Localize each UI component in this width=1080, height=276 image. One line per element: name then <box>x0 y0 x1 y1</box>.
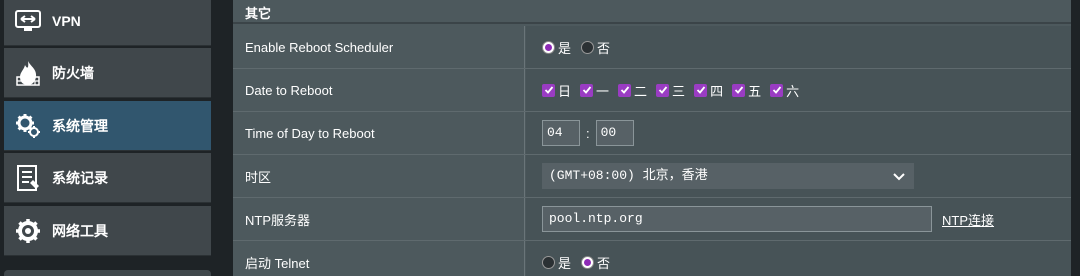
check-icon <box>656 83 670 97</box>
reboot-scheduler-yes-radio[interactable]: 是 <box>542 38 571 57</box>
sidebar-item-label: 网络工具 <box>52 222 108 239</box>
time-separator: : <box>586 125 590 141</box>
timezone-select[interactable]: (GMT+08:00) 北京，香港 <box>542 163 914 189</box>
sidebar-item-administration[interactable]: 系统管理 <box>4 101 211 151</box>
day-label: 六 <box>786 83 800 99</box>
chevron-down-icon <box>893 167 905 194</box>
day-checkbox[interactable]: 四 <box>694 81 723 100</box>
telnet-label: 启动 Telnet <box>233 241 525 276</box>
row-telnet: 启动 Telnet 是 否 <box>233 241 1071 276</box>
gear-icon <box>4 101 52 151</box>
days-checkbox-group: 日一二三四五六 <box>526 69 1071 111</box>
check-icon <box>770 83 784 97</box>
section-title: 其它 <box>233 0 1071 24</box>
row-time-of-day: Time of Day to Reboot 04 : 00 <box>233 112 1071 155</box>
day-checkbox[interactable]: 三 <box>656 81 685 100</box>
day-checkbox[interactable]: 五 <box>732 81 761 100</box>
day-label: 三 <box>672 83 686 99</box>
reboot-scheduler-no-radio[interactable]: 否 <box>581 38 610 57</box>
day-label: 一 <box>596 83 610 99</box>
timezone-label: 时区 <box>233 155 525 197</box>
sidebar-item-label: 系统管理 <box>52 117 108 134</box>
timezone-value: (GMT+08:00) 北京，香港 <box>549 168 708 183</box>
check-icon <box>542 83 555 97</box>
row-date-to-reboot: Date to Reboot 日 一 二 三 四 五 六 <box>233 69 1071 112</box>
check-icon <box>732 83 746 97</box>
sidebar-item-vpn[interactable]: VPN <box>4 0 211 46</box>
telnet-yes-radio[interactable]: 是 <box>542 253 571 272</box>
sidebar-item-label: VPN <box>52 12 81 29</box>
sidebar: VPN 防火墙 系统管理 系统记录 网络工具 <box>0 0 213 276</box>
ntp-server-label: NTP服务器 <box>233 198 525 240</box>
time-of-day-label: Time of Day to Reboot <box>233 112 525 154</box>
row-reboot-scheduler: Enable Reboot Scheduler 是 否 <box>233 26 1071 69</box>
hour-input[interactable]: 04 <box>542 120 580 146</box>
firewall-icon <box>4 48 52 98</box>
day-checkbox[interactable]: 六 <box>770 81 799 100</box>
reboot-scheduler-label: Enable Reboot Scheduler <box>233 26 525 68</box>
check-icon <box>618 83 632 97</box>
day-checkbox[interactable]: 日 <box>542 81 571 100</box>
day-label: 五 <box>748 83 762 99</box>
check-icon <box>580 83 594 97</box>
sidebar-item-firewall[interactable]: 防火墙 <box>4 48 211 98</box>
day-label: 二 <box>634 83 648 99</box>
day-label: 四 <box>710 83 724 99</box>
sidebar-item-system-log[interactable]: 系统记录 <box>4 153 211 203</box>
check-icon <box>694 83 708 97</box>
telnet-no-radio[interactable]: 否 <box>581 253 610 272</box>
sidebar-item-network-tools[interactable]: 网络工具 <box>4 206 211 256</box>
tools-icon <box>4 206 52 256</box>
vpn-icon <box>4 0 52 46</box>
day-checkbox[interactable]: 二 <box>618 81 647 100</box>
day-label: 日 <box>558 83 572 99</box>
sidebar-item-label: 防火墙 <box>52 64 94 81</box>
date-to-reboot-label: Date to Reboot <box>233 69 525 111</box>
sidebar-item-label: 系统记录 <box>52 169 108 186</box>
settings-panel: 其它 Enable Reboot Scheduler 是 否 Date to R… <box>233 0 1071 276</box>
sidebar-footer <box>4 270 211 276</box>
log-icon <box>4 153 52 203</box>
minute-input[interactable]: 00 <box>595 120 634 146</box>
day-checkbox[interactable]: 一 <box>580 81 609 100</box>
row-ntp-server: NTP服务器 pool.ntp.org NTP连接 <box>233 198 1071 241</box>
ntp-link[interactable]: NTP连接 <box>942 210 994 229</box>
row-timezone: 时区 (GMT+08:00) 北京，香港 <box>233 155 1071 198</box>
ntp-server-input[interactable]: pool.ntp.org <box>542 206 932 232</box>
